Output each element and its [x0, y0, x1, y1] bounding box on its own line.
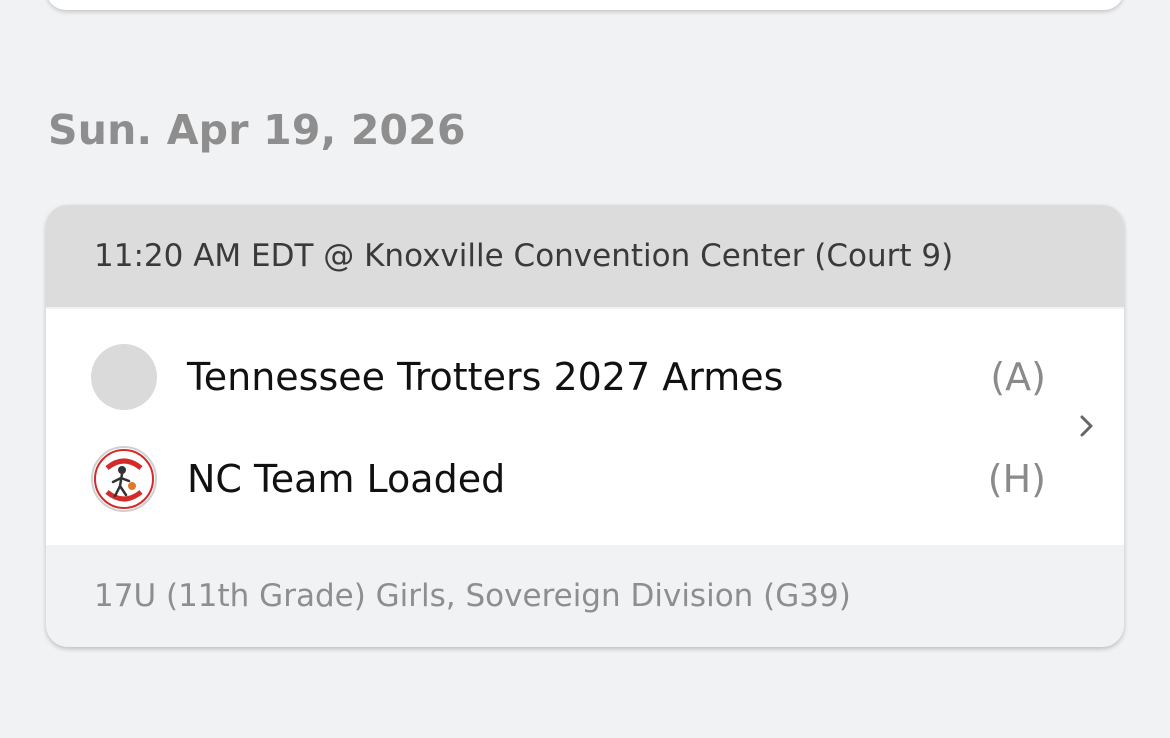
away-team-name: Tennessee Trotters 2027 Armes [187, 355, 784, 399]
home-team-name: NC Team Loaded [187, 457, 506, 501]
date-heading: Sun. Apr 19, 2026 [48, 106, 466, 154]
team-loaded-logo-icon [91, 446, 157, 512]
away-team-side: (A) [990, 355, 1046, 399]
game-time-location: 11:20 AM EDT @ Knoxville Convention Cent… [94, 238, 954, 274]
teams-section[interactable]: Tennessee Trotters 2027 Armes (A) NC Tea… [46, 309, 1124, 545]
game-card[interactable]: 11:20 AM EDT @ Knoxville Convention Cent… [46, 205, 1124, 647]
game-time-location-header: 11:20 AM EDT @ Knoxville Convention Cent… [46, 205, 1124, 307]
division-footer: 17U (11th Grade) Girls, Sovereign Divisi… [46, 545, 1124, 647]
division-label: 17U (11th Grade) Girls, Sovereign Divisi… [94, 578, 851, 614]
home-team-side: (H) [987, 457, 1046, 501]
team-logo-placeholder-icon [91, 344, 157, 410]
away-team-row[interactable]: Tennessee Trotters 2027 Armes (A) [46, 337, 1124, 417]
chevron-right-icon[interactable] [1072, 406, 1102, 446]
previous-game-card[interactable] [46, 0, 1124, 10]
home-team-row[interactable]: NC Team Loaded (H) [46, 439, 1124, 519]
